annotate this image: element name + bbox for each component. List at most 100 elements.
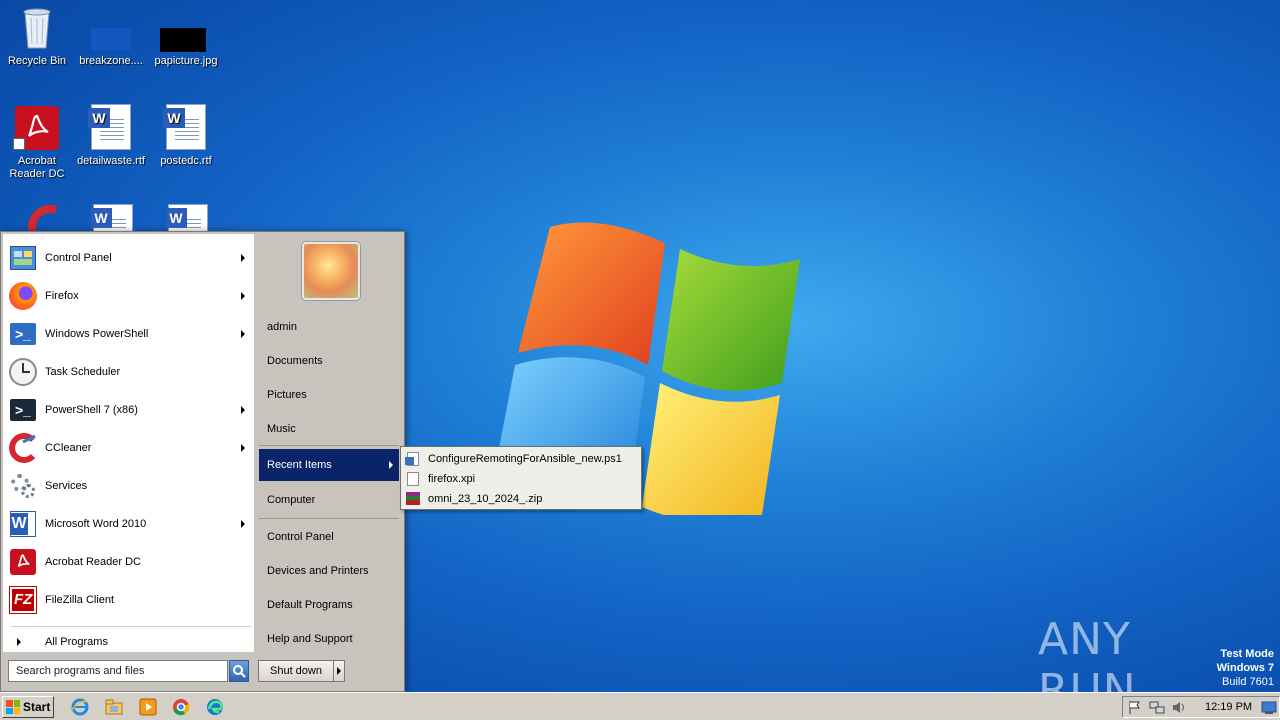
submenu-arrow-icon[interactable]	[241, 292, 245, 300]
place-label: admin	[267, 321, 297, 333]
place-default-programs[interactable]: Default Programs	[259, 590, 399, 620]
action-center-flag-icon[interactable]	[1127, 700, 1143, 715]
network-icon[interactable]	[1149, 700, 1165, 715]
desktop-icon-acrobat[interactable]: Acrobat Reader DC	[0, 104, 74, 181]
place-user[interactable]: admin	[259, 312, 399, 342]
windows-version-line: Windows 7	[1216, 662, 1274, 674]
blank-file-icon	[405, 471, 421, 487]
desktop-icon-papicture[interactable]: papicture.jpg	[149, 4, 223, 68]
place-help-and-support[interactable]: Help and Support	[259, 624, 399, 654]
place-label: Pictures	[267, 389, 307, 401]
start-label: Start	[23, 700, 51, 714]
desktop-icon-label: Recycle Bin	[7, 55, 67, 67]
shutdown-options-button[interactable]	[333, 660, 345, 682]
all-programs-label: All Programs	[45, 636, 108, 648]
control-panel-icon	[7, 242, 39, 274]
program-control-panel[interactable]: Control Panel	[7, 240, 251, 276]
program-windows-powershell[interactable]: >_ Windows PowerShell	[7, 316, 251, 352]
place-pictures[interactable]: Pictures	[259, 380, 399, 410]
place-documents[interactable]: Documents	[259, 346, 399, 376]
desktop-icon-postedc[interactable]: W postedc.rtf	[149, 104, 223, 168]
search-icon	[233, 665, 246, 678]
recent-item[interactable]: firefox.xpi	[401, 469, 641, 489]
start-button[interactable]: Start	[2, 696, 54, 718]
show-desktop-icon[interactable]	[1261, 700, 1277, 715]
recent-items-submenu: ConfigureRemotingForAnsible_new.ps1 fire…	[400, 446, 642, 510]
place-recent-items[interactable]: Recent Items	[259, 449, 399, 481]
program-task-scheduler[interactable]: Task Scheduler	[7, 354, 251, 390]
desktop-icon-label: Acrobat Reader DC	[9, 155, 65, 180]
program-label: Control Panel	[45, 252, 112, 264]
anyrun-watermark: ANY RUN	[1038, 614, 1137, 716]
program-acrobat-reader[interactable]: Acrobat Reader DC	[7, 544, 251, 580]
place-label: Documents	[267, 355, 323, 367]
program-label: CCleaner	[45, 442, 92, 454]
word-document-icon: W	[163, 104, 206, 150]
recent-item-label: firefox.xpi	[428, 473, 476, 485]
services-icon	[7, 470, 39, 502]
shutdown-label: Shut down	[270, 665, 322, 677]
shutdown-button[interactable]: Shut down	[258, 660, 334, 682]
system-tray: 12:19 PM	[1122, 696, 1280, 718]
program-firefox[interactable]: Firefox	[7, 278, 251, 314]
submenu-arrow-icon[interactable]	[241, 330, 245, 338]
search-input[interactable]: Search programs and files	[8, 660, 228, 682]
program-powershell-7[interactable]: >_ PowerShell 7 (x86)	[7, 392, 251, 428]
word-document-icon: W	[166, 204, 210, 232]
submenu-arrow-icon[interactable]	[241, 254, 245, 262]
submenu-arrow-icon	[389, 461, 393, 469]
program-label: Services	[45, 480, 88, 492]
program-label: Microsoft Word 2010	[45, 518, 147, 530]
ccleaner-icon	[20, 204, 60, 249]
ccleaner-icon	[7, 432, 39, 464]
search-button[interactable]	[229, 660, 249, 682]
program-ccleaner[interactable]: CCleaner	[7, 430, 251, 466]
edge-icon[interactable]	[205, 697, 225, 717]
powershell-icon: >_	[7, 318, 39, 350]
chevron-right-icon	[337, 667, 341, 675]
volume-icon[interactable]	[1171, 700, 1187, 715]
chrome-icon[interactable]	[171, 697, 191, 717]
separator	[11, 626, 251, 627]
acrobat-icon	[7, 546, 39, 578]
place-devices-and-printers[interactable]: Devices and Printers	[259, 556, 399, 586]
user-avatar[interactable]	[302, 242, 360, 300]
separator	[259, 445, 399, 446]
media-player-icon[interactable]	[138, 697, 158, 717]
place-label: Computer	[267, 494, 316, 506]
search-placeholder: Search programs and files	[16, 665, 145, 677]
submenu-arrow-icon[interactable]	[241, 406, 245, 414]
desktop-icon-detailwaste[interactable]: W detailwaste.rtf	[74, 104, 148, 168]
file-explorer-icon[interactable]	[104, 697, 124, 717]
place-music[interactable]: Music	[259, 414, 399, 444]
chevron-right-icon	[17, 638, 21, 646]
pinned-programs-list: Control Panel Firefox >_ Windows PowerSh…	[3, 234, 254, 652]
recent-item-label: ConfigureRemotingForAnsible_new.ps1	[428, 453, 622, 465]
place-control-panel[interactable]: Control Panel	[259, 522, 399, 552]
word-icon: W	[7, 508, 39, 540]
recent-item[interactable]: ConfigureRemotingForAnsible_new.ps1	[401, 449, 641, 469]
submenu-arrow-icon[interactable]	[241, 520, 245, 528]
desktop-icon-label: papicture.jpg	[154, 55, 218, 67]
firefox-icon	[7, 280, 39, 312]
desktop-icon-recycle-bin[interactable]: Recycle Bin	[0, 4, 74, 68]
desktop-icon-label: detailwaste.rtf	[77, 155, 145, 167]
desktop-icon-breakzone[interactable]: breakzone....	[74, 4, 148, 68]
script-file-icon	[405, 451, 421, 467]
recent-item[interactable]: omni_23_10_2024_.zip	[401, 489, 641, 509]
archive-icon	[405, 491, 421, 507]
submenu-arrow-icon[interactable]	[241, 444, 245, 452]
program-label: Windows PowerShell	[45, 328, 149, 340]
program-microsoft-word[interactable]: W Microsoft Word 2010	[7, 506, 251, 542]
program-services[interactable]: Services	[7, 468, 251, 504]
acrobat-icon	[13, 104, 61, 152]
place-label: Default Programs	[267, 599, 353, 611]
all-programs-button[interactable]: All Programs	[11, 632, 251, 652]
clock[interactable]: 12:19 PM	[1205, 701, 1252, 713]
separator	[259, 518, 399, 519]
program-filezilla[interactable]: FZ FileZilla Client	[7, 582, 251, 618]
internet-explorer-icon[interactable]	[70, 697, 90, 717]
place-label: Help and Support	[267, 633, 353, 645]
place-computer[interactable]: Computer	[259, 485, 399, 515]
recycle-bin-icon	[13, 4, 61, 52]
